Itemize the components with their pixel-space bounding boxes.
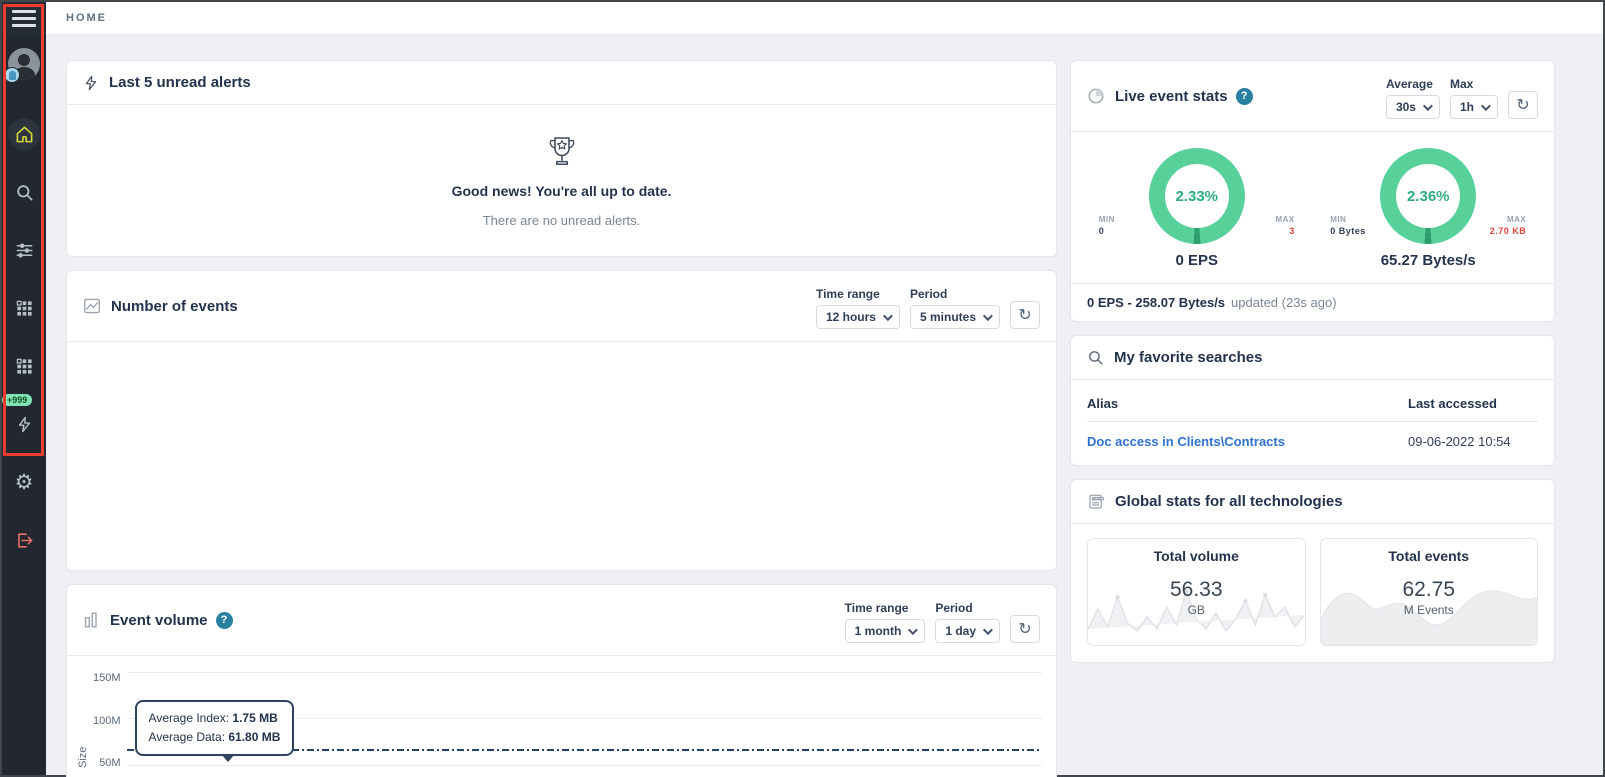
user-avatar[interactable] xyxy=(8,48,40,80)
sidebar-item-apps[interactable] xyxy=(8,292,40,324)
alerts-count-badge: +999 xyxy=(2,394,32,406)
image-chart-icon xyxy=(83,298,101,314)
bytes-percent: 2.36% xyxy=(1380,148,1476,244)
card-title: Global stats for all technologies xyxy=(1115,493,1343,510)
period-label: Period xyxy=(935,601,972,615)
chevron-down-icon xyxy=(1481,101,1491,111)
refresh-button[interactable]: ↻ xyxy=(1010,301,1040,329)
search-icon xyxy=(1087,349,1104,366)
period-select[interactable]: 1 day xyxy=(935,619,1000,643)
chevron-down-icon xyxy=(983,311,993,321)
eps-donut-block: MIN 0 2.33% 0 EPS MAX 3 xyxy=(1081,148,1313,269)
chevron-down-icon xyxy=(883,311,893,321)
time-range-select[interactable]: 12 hours xyxy=(816,305,900,329)
refresh-button[interactable]: ↻ xyxy=(1508,91,1538,119)
search-icon xyxy=(15,183,34,202)
period-select[interactable]: 5 minutes xyxy=(910,305,1000,329)
event-volume-chart: Size 150M 100M 50M 0 Average I xyxy=(67,656,1056,777)
bytes-donut-block: MIN 0 Bytes 2.36% 65.27 Bytes/s MAX 2.70… xyxy=(1313,148,1545,269)
table-row: Doc access in Clients\Contracts 09-06-20… xyxy=(1087,422,1538,455)
max-select[interactable]: 1h xyxy=(1450,95,1498,119)
table-header: Alias Last accessed xyxy=(1087,384,1538,422)
apps-grid-icon xyxy=(15,299,34,318)
topbar: HOME xyxy=(46,2,1603,35)
breadcrumb[interactable]: HOME xyxy=(66,12,107,24)
bytes-caption: 65.27 Bytes/s xyxy=(1381,252,1476,269)
pie-clock-icon xyxy=(1087,87,1105,105)
filters-icon xyxy=(15,241,34,260)
eps-caption: 0 EPS xyxy=(1175,252,1218,269)
card-title: Last 5 unread alerts xyxy=(109,74,251,91)
time-range-select[interactable]: 1 month xyxy=(845,619,926,643)
chart-tooltip: Average Index: 1.75 MB Average Data: 61.… xyxy=(135,700,295,756)
sidebar-item-logout[interactable] xyxy=(8,524,40,556)
period-label: Period xyxy=(910,287,947,301)
average-label: Average xyxy=(1386,77,1433,91)
max-label: Max xyxy=(1450,77,1473,91)
card-title: My favorite searches xyxy=(1114,349,1262,366)
eps-donut: 2.33% xyxy=(1149,148,1245,244)
unread-alerts-card: Last 5 unread alerts Good news! You're a… xyxy=(66,60,1057,257)
bar-chart-icon xyxy=(83,611,100,629)
sidebar: +999 ⚙ xyxy=(2,2,46,775)
refresh-button[interactable]: ↻ xyxy=(1010,615,1040,643)
help-icon[interactable]: ? xyxy=(1236,88,1253,105)
favorite-searches-card: My favorite searches Alias Last accessed… xyxy=(1070,335,1555,466)
last-accessed-value: 09-06-2022 10:54 xyxy=(1408,434,1538,449)
bytes-donut: 2.36% xyxy=(1380,148,1476,244)
sidebar-item-settings[interactable]: ⚙ xyxy=(8,466,40,498)
live-stats-footer: 0 EPS - 258.07 Bytes/supdated (23s ago) xyxy=(1071,283,1554,321)
chevron-down-icon xyxy=(908,625,918,635)
average-select[interactable]: 30s xyxy=(1386,95,1440,119)
chevron-down-icon xyxy=(983,625,993,635)
favorite-search-link[interactable]: Doc access in Clients\Contracts xyxy=(1087,434,1285,449)
chevron-down-icon xyxy=(1423,101,1433,111)
logout-icon xyxy=(15,531,34,550)
global-stats-card: Global stats for all technologies Total … xyxy=(1070,479,1555,663)
card-title: Number of events xyxy=(111,298,238,315)
time-range-label: Time range xyxy=(816,287,880,301)
apps-grid2-icon xyxy=(15,357,34,376)
alerts-message: Good news! You're all up to date. xyxy=(83,183,1040,199)
lightning-icon xyxy=(16,415,33,434)
card-title: Live event stats xyxy=(1115,88,1228,105)
card-title: Event volume xyxy=(110,612,208,629)
stats-report-icon xyxy=(1087,493,1105,511)
number-of-events-body xyxy=(67,342,1056,570)
number-of-events-card: Number of events Time range 12 hours Per… xyxy=(66,270,1057,571)
sidebar-item-alerts[interactable]: +999 xyxy=(8,408,40,440)
total-volume-tile: Total volume 56.33 GB xyxy=(1087,538,1306,646)
eps-percent: 2.33% xyxy=(1149,148,1245,244)
alerts-submessage: There are no unread alerts. xyxy=(83,213,1040,228)
sidebar-item-apps-secondary[interactable] xyxy=(8,350,40,382)
sidebar-item-home[interactable] xyxy=(8,118,40,150)
home-icon xyxy=(15,125,34,144)
hand-badge-icon xyxy=(4,67,20,83)
time-range-label: Time range xyxy=(845,601,909,615)
help-icon[interactable]: ? xyxy=(216,612,233,629)
menu-icon[interactable] xyxy=(2,2,46,35)
live-event-stats-card: Live event stats ? Average 30s Max 1h ↻ xyxy=(1070,60,1555,322)
alerts-lightning-icon xyxy=(83,74,99,92)
trophy-icon xyxy=(541,131,583,173)
event-volume-card: Event volume ? Time range 1 month Period… xyxy=(66,584,1057,777)
y-axis-ticks: 150M 100M 50M 0 xyxy=(91,672,127,777)
sidebar-item-filters[interactable] xyxy=(8,234,40,266)
total-events-tile: Total events 62.75 M Events xyxy=(1320,538,1539,646)
sidebar-item-search[interactable] xyxy=(8,176,40,208)
y-axis-label: Size xyxy=(77,672,91,777)
gear-icon: ⚙ xyxy=(15,472,34,493)
